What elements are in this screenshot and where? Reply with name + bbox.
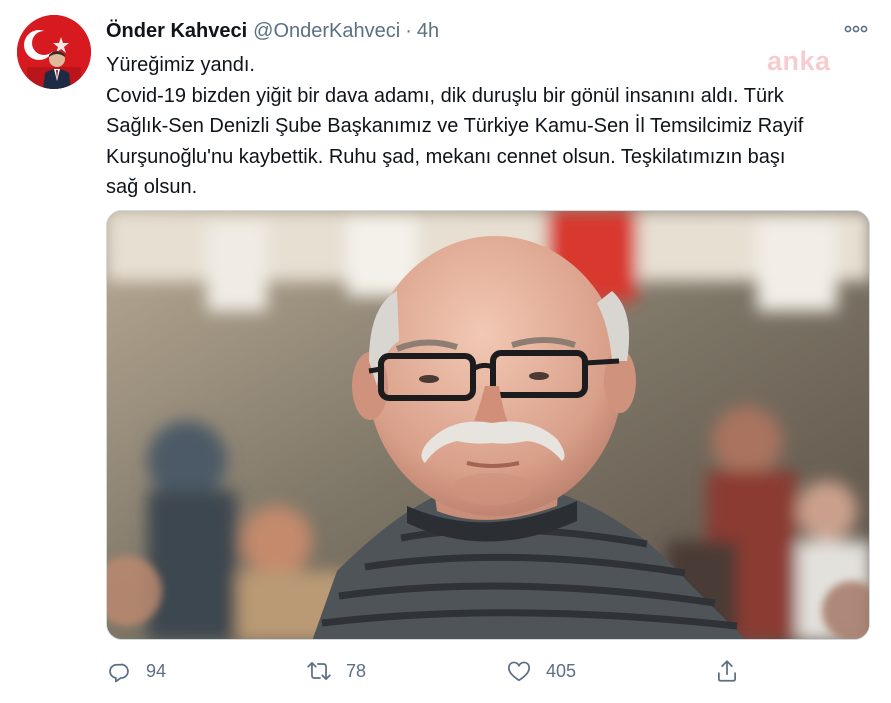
share-icon [718, 660, 736, 682]
photo-portrait-man [107, 211, 869, 639]
tweet: Önder Kahveci @OnderKahveci · 4h anka Yü… [0, 0, 891, 703]
separator-dot: · [405, 20, 412, 42]
more-dots-icon [844, 25, 868, 33]
tweet-text-line: Kurşunoğlu'nu kaybettik. Ruhu şad, mekan… [106, 145, 786, 168]
tweet-text-line: sağ olsun. [106, 176, 198, 198]
tweet-timestamp[interactable]: 4h [417, 18, 439, 44]
more-options-button[interactable] [843, 18, 869, 40]
tweet-text-line: Yüreğimiz yandı. [106, 54, 255, 76]
tweet-text-line: Sağlık-Sen Denizli Şube Başkanımız ve Tü… [106, 115, 804, 137]
author-name[interactable]: Önder Kahveci [106, 18, 247, 44]
avatar-image [17, 15, 91, 89]
avatar[interactable] [17, 15, 91, 89]
tweet-photo[interactable] [106, 210, 870, 640]
tweet-text: Yüreğimiz yandı. Covid-19 bizden yiğit b… [106, 50, 876, 203]
retweet-icon [307, 662, 331, 680]
like-button[interactable]: 405 [506, 654, 576, 688]
tweet-text-line: Covid-19 bizden yiğit bir dava adamı, di… [106, 84, 784, 107]
retweet-count: 78 [346, 660, 367, 681]
reply-icon [109, 663, 129, 683]
like-count: 405 [546, 660, 577, 681]
reply-button[interactable]: 94 [106, 654, 166, 688]
tweet-header: Önder Kahveci @OnderKahveci · 4h [106, 18, 871, 44]
reply-count: 94 [146, 660, 167, 681]
author-handle[interactable]: @OnderKahveci [253, 18, 400, 44]
retweet-button[interactable]: 78 [306, 654, 366, 688]
tweet-actions: 94 78 405 [106, 650, 746, 692]
share-button[interactable] [714, 654, 754, 688]
like-icon [507, 661, 531, 682]
